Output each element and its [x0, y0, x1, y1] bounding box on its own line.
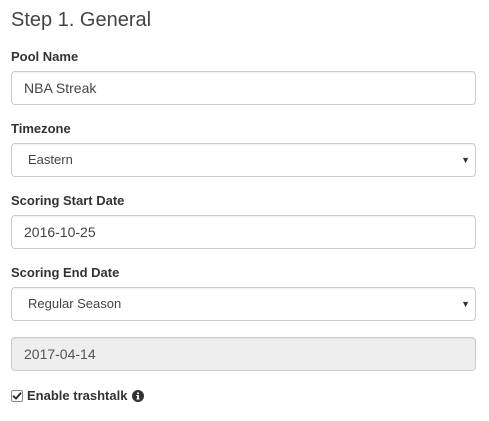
scoring-end-date-select[interactable]: Regular Season ▼: [11, 287, 476, 321]
timezone-label: Timezone: [11, 121, 71, 136]
scoring-end-date-value: 2017-04-14: [24, 346, 96, 362]
scoring-start-date-value: 2016-10-25: [24, 224, 96, 240]
pool-name-label: Pool Name: [11, 49, 79, 64]
pool-name-value: NBA Streak: [24, 80, 97, 96]
scoring-start-date-input[interactable]: 2016-10-25: [11, 215, 476, 249]
step-title: Step 1. General: [11, 9, 152, 31]
caret-down-icon: ▼: [461, 155, 470, 165]
timezone-select[interactable]: Eastern ▼: [11, 143, 476, 177]
scoring-end-date-selected-value: Regular Season: [28, 296, 122, 311]
caret-down-icon: ▼: [461, 299, 470, 309]
scoring-end-date-label: Scoring End Date: [11, 265, 120, 280]
trashtalk-checkbox[interactable]: [11, 390, 23, 402]
timezone-selected-value: Eastern: [28, 152, 73, 167]
info-circle-icon[interactable]: [132, 390, 144, 402]
checkmark-icon: [12, 392, 22, 400]
pool-name-input[interactable]: NBA Streak: [11, 71, 476, 105]
scoring-end-date-input: 2017-04-14: [11, 337, 476, 371]
trashtalk-label[interactable]: Enable trashtalk: [27, 388, 127, 404]
scoring-start-date-label: Scoring Start Date: [11, 193, 125, 208]
